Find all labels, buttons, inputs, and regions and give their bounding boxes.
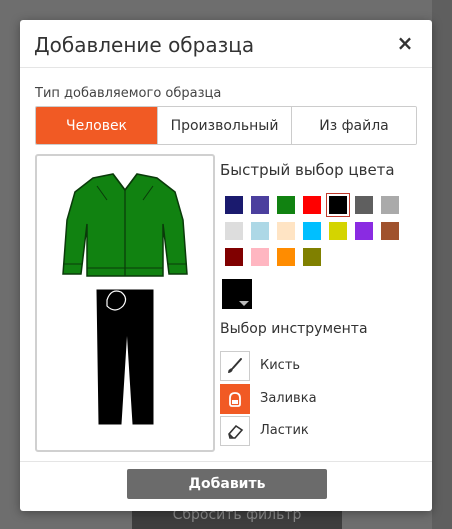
color-swatch[interactable] — [381, 222, 399, 240]
color-swatch[interactable] — [381, 196, 399, 214]
pants-shape — [96, 289, 154, 425]
eraser-icon — [228, 424, 244, 439]
dialog-title: Добавление образца — [34, 33, 255, 57]
sample-type-label: Тип добавляемого образца — [35, 86, 222, 101]
fill-tool-button[interactable] — [220, 384, 250, 414]
color-swatch[interactable] — [225, 196, 243, 214]
fill-tool-label: Заливка — [260, 391, 317, 406]
tool-row-brush: Кисть — [220, 351, 400, 381]
bucket-icon — [229, 392, 241, 407]
eraser-tool-label: Ластик — [260, 423, 309, 438]
tab-person[interactable]: Человек — [36, 107, 158, 144]
color-swatch[interactable] — [326, 193, 350, 217]
brush-tool-button[interactable] — [220, 351, 250, 381]
add-button[interactable]: Добавить — [127, 469, 327, 499]
color-swatch[interactable] — [355, 196, 373, 214]
color-swatch[interactable] — [251, 248, 269, 266]
color-swatch[interactable] — [355, 222, 373, 240]
close-icon[interactable]: × — [394, 32, 416, 54]
add-sample-dialog: Добавление образца × Тип добавляемого об… — [20, 20, 432, 511]
eraser-tool-button[interactable] — [220, 416, 250, 446]
dialog-footer: Добавить — [20, 461, 432, 511]
color-swatch[interactable] — [277, 196, 295, 214]
page-backdrop — [432, 0, 452, 529]
color-swatch[interactable] — [277, 222, 295, 240]
person-preview — [62, 173, 188, 425]
tab-from-file[interactable]: Из файла — [292, 107, 416, 144]
color-swatch[interactable] — [251, 222, 269, 240]
color-swatch[interactable] — [303, 196, 321, 214]
brush-tool-label: Кисть — [260, 358, 301, 373]
current-color-picker[interactable] — [222, 279, 252, 309]
preview-canvas[interactable] — [35, 154, 215, 452]
chevron-down-icon — [239, 301, 249, 306]
color-swatch[interactable] — [303, 248, 321, 266]
quick-color-title: Быстрый выбор цвета — [220, 161, 395, 179]
tool-row-eraser: Ластик — [220, 416, 400, 446]
color-swatch[interactable] — [225, 248, 243, 266]
tool-section-title: Выбор инструмента — [220, 321, 368, 337]
tool-row-fill: Заливка — [220, 384, 400, 414]
jacket-shape — [62, 173, 188, 277]
brush-icon — [228, 358, 242, 373]
tab-custom[interactable]: Произвольный — [158, 107, 292, 144]
sample-type-tabs: Человек Произвольный Из файла — [35, 106, 417, 145]
color-swatch[interactable] — [251, 196, 269, 214]
dialog-header: Добавление образца × — [20, 20, 432, 68]
color-swatch[interactable] — [225, 222, 243, 240]
color-swatch[interactable] — [303, 222, 321, 240]
color-swatch[interactable] — [277, 248, 295, 266]
color-swatch[interactable] — [329, 222, 347, 240]
